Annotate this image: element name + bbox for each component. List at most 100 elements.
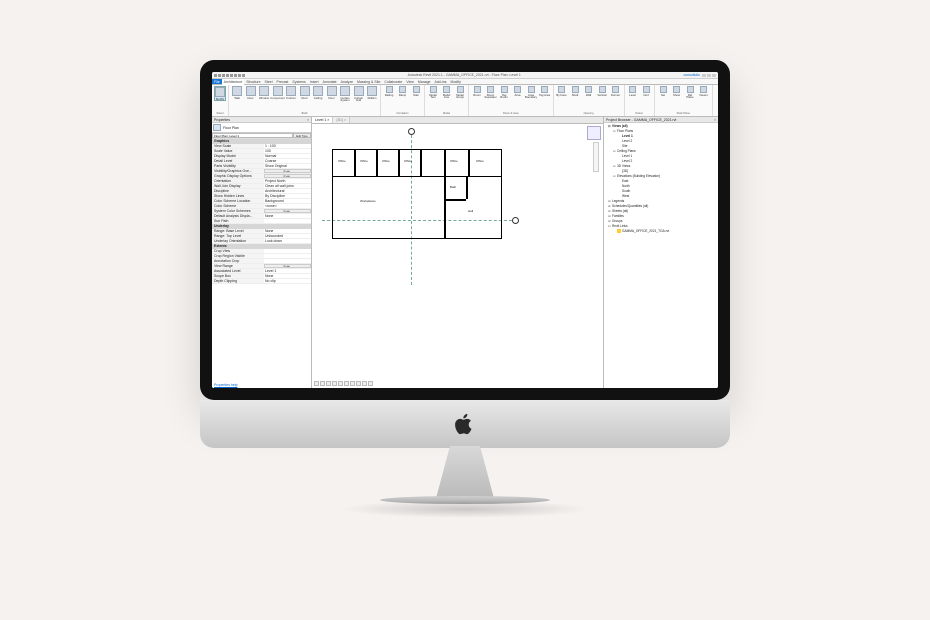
tool-curtain-grid[interactable]: Curtain Grid bbox=[353, 86, 365, 102]
tool-shaft[interactable]: Shaft bbox=[569, 86, 581, 96]
ribbon-tab-insert[interactable]: Insert bbox=[308, 79, 321, 84]
tool-stair[interactable]: Stair bbox=[410, 86, 422, 96]
tool-model-group[interactable]: Model Group bbox=[454, 86, 466, 99]
tool-viewer[interactable]: Viewer bbox=[698, 86, 710, 99]
tool-component[interactable]: Component bbox=[272, 86, 284, 102]
properties-title: Properties bbox=[214, 117, 230, 122]
tool-wall[interactable]: Wall bbox=[583, 86, 595, 96]
view-tab[interactable]: Level 1 × bbox=[312, 117, 333, 123]
tool-ceiling[interactable]: Ceiling bbox=[312, 86, 324, 102]
tool-show[interactable]: Show bbox=[671, 86, 683, 99]
navigation-bar[interactable] bbox=[593, 142, 599, 172]
doc-title: GAMMA_OFFICE_2021.rvt - Floor Plan: Leve… bbox=[446, 73, 521, 77]
shaft-icon bbox=[572, 86, 579, 93]
ribbon-tab-add-ins[interactable]: Add-Ins bbox=[432, 79, 448, 84]
ribbon-tab-file[interactable]: File bbox=[212, 79, 222, 84]
user-label[interactable]: consultolio bbox=[683, 73, 700, 77]
ribbon: ModifySelectWallDoorWindowComponentColum… bbox=[212, 85, 718, 117]
imac-stand bbox=[415, 446, 515, 502]
ribbon-tab-view[interactable]: View bbox=[404, 79, 416, 84]
model-line-icon bbox=[443, 86, 450, 93]
tool-by-face[interactable]: By Face bbox=[556, 86, 568, 96]
floor-plan: Office Office Office Office Office Offic… bbox=[332, 149, 502, 259]
column-icon bbox=[286, 86, 296, 96]
tool-floor[interactable]: Floor bbox=[326, 86, 338, 102]
ribbon-tab-modify[interactable]: Modify bbox=[449, 79, 463, 84]
ribbon-tab-architecture[interactable]: Architecture bbox=[222, 79, 245, 85]
curtain-system-icon bbox=[340, 86, 350, 96]
tool-model-text[interactable]: Model Text bbox=[427, 86, 439, 99]
tool-level[interactable]: Level bbox=[627, 86, 639, 96]
revit-app-window: Autodesk Revit 2021.1 - GAMMA_OFFICE_202… bbox=[212, 72, 718, 388]
tool-railing[interactable]: Railing bbox=[383, 86, 395, 96]
area-boundary-icon bbox=[528, 86, 535, 93]
tool-tag-room[interactable]: Tag Room bbox=[498, 86, 510, 99]
tool-window[interactable]: Window bbox=[258, 86, 270, 102]
quick-access-toolbar[interactable] bbox=[214, 74, 245, 77]
grid-bubble[interactable] bbox=[512, 217, 519, 224]
room-label: Office bbox=[476, 159, 484, 163]
type-label: Floor Plan bbox=[223, 126, 239, 130]
ceiling-icon bbox=[313, 86, 323, 96]
ribbon-tab-annotate[interactable]: Annotate bbox=[321, 79, 339, 84]
ribbon-tab-massing-site[interactable]: Massing & Site bbox=[355, 79, 382, 84]
tool-dormer[interactable]: Dormer bbox=[610, 86, 622, 96]
tool-tag-area[interactable]: Tag Area bbox=[539, 86, 551, 99]
floor-icon bbox=[327, 86, 337, 96]
tool-wall[interactable]: Wall bbox=[231, 86, 243, 102]
window-controls[interactable] bbox=[702, 74, 716, 77]
properties-panel: Properties× Floor Plan Edit Type Graphic… bbox=[212, 117, 312, 388]
room-icon bbox=[474, 86, 481, 93]
tool-ref-plane[interactable]: Ref Plane bbox=[684, 86, 696, 99]
set-icon bbox=[660, 86, 667, 93]
tool-curtain-system[interactable]: Curtain System bbox=[339, 86, 351, 102]
room-label: Workplaces bbox=[360, 199, 376, 203]
tool-model-line[interactable]: Model Line bbox=[441, 86, 453, 99]
window-icon bbox=[259, 86, 269, 96]
room-separator-icon bbox=[487, 86, 494, 93]
model-group-icon bbox=[457, 86, 464, 93]
area-icon bbox=[514, 86, 521, 93]
ribbon-tab-collaborate[interactable]: Collaborate bbox=[382, 79, 404, 84]
view-cube[interactable] bbox=[587, 126, 601, 140]
ribbon-tab-manage[interactable]: Manage bbox=[416, 79, 433, 84]
mullion-icon bbox=[367, 86, 377, 96]
roof-icon bbox=[300, 86, 310, 96]
project-browser: Project Browser - GAMMA_OFFICE_2021.rvt×… bbox=[603, 117, 718, 388]
imac-shadow bbox=[340, 500, 590, 518]
floorplan-icon bbox=[213, 124, 221, 131]
tool-modify[interactable]: Modify bbox=[214, 86, 226, 101]
close-icon[interactable]: × bbox=[714, 117, 716, 122]
ribbon-tab-precast[interactable]: Precast bbox=[275, 79, 291, 84]
tool-set[interactable]: Set bbox=[657, 86, 669, 99]
tool-roof[interactable]: Roof bbox=[299, 86, 311, 102]
model-text-icon bbox=[430, 86, 437, 93]
ribbon-tab-systems[interactable]: Systems bbox=[290, 79, 307, 84]
view-tab[interactable]: {3D} × bbox=[333, 117, 350, 123]
view-control-bar[interactable] bbox=[314, 381, 373, 386]
tool-area[interactable]: Area bbox=[512, 86, 524, 99]
ribbon-tab-steel[interactable]: Steel bbox=[263, 79, 275, 84]
drawing-canvas[interactable]: Office Office Office Office Office Offic… bbox=[312, 124, 603, 388]
close-icon[interactable]: × bbox=[307, 117, 309, 122]
title-bar: Autodesk Revit 2021.1 - GAMMA_OFFICE_202… bbox=[212, 72, 718, 79]
tool-vertical[interactable]: Vertical bbox=[596, 86, 608, 96]
property-row[interactable]: Depth ClippingNo clip bbox=[212, 279, 311, 284]
grid-bubble[interactable] bbox=[408, 128, 415, 135]
edit-type-button[interactable]: Edit Type bbox=[293, 133, 311, 138]
component-icon bbox=[273, 86, 283, 96]
ribbon-tab-analyze[interactable]: Analyze bbox=[339, 79, 355, 84]
type-selector[interactable]: Floor Plan bbox=[212, 123, 311, 133]
tool-area-boundary[interactable]: Area Boundary bbox=[525, 86, 537, 99]
tool-room[interactable]: Room bbox=[471, 86, 483, 99]
instance-filter[interactable] bbox=[212, 133, 293, 138]
tree-node[interactable]: GAMMA_OFFICE_2021_TGA.rvt bbox=[605, 229, 717, 234]
properties-help-link[interactable]: Properties help bbox=[212, 382, 311, 388]
tool-door[interactable]: Door bbox=[245, 86, 257, 102]
ribbon-tab-structure[interactable]: Structure bbox=[244, 79, 262, 84]
tool-grid[interactable]: Grid bbox=[640, 86, 652, 96]
tool-ramp[interactable]: Ramp bbox=[397, 86, 409, 96]
tool-mullion[interactable]: Mullion bbox=[366, 86, 378, 102]
tool-column[interactable]: Column bbox=[285, 86, 297, 102]
tool-room-separator[interactable]: Room Separator bbox=[485, 86, 497, 99]
